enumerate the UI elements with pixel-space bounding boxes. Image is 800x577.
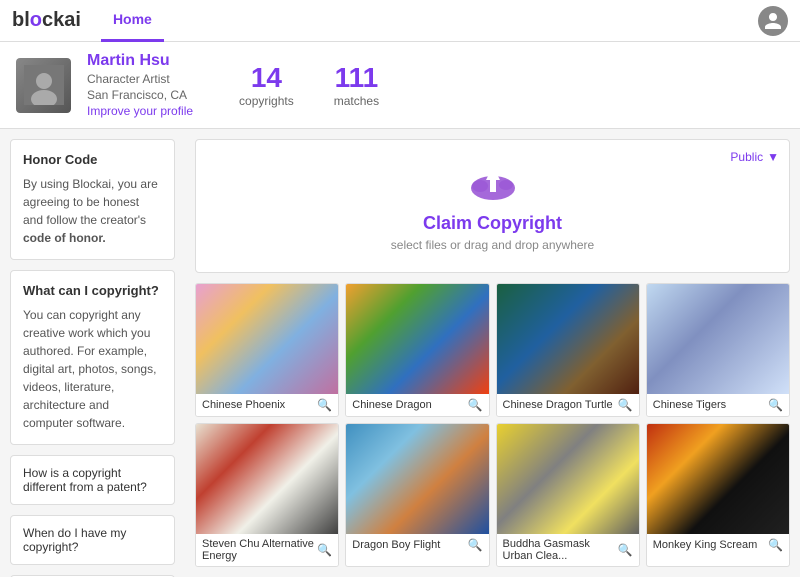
upload-title: Claim Copyright (423, 213, 562, 234)
artwork-image-tigers (647, 284, 789, 394)
profile-location: San Francisco, CA (87, 88, 193, 102)
copyrights-label: copyrights (239, 94, 294, 108)
artwork-title-buddha: Buddha Gasmask Urban Clea... (503, 538, 618, 562)
profile-name: Martin Hsu (87, 52, 193, 70)
artwork-label-dragon: Chinese Dragon 🔍 (346, 394, 488, 416)
upload-area[interactable]: Public ▼ Claim Copyright select files or… (195, 139, 790, 273)
public-button[interactable]: Public ▼ (730, 150, 779, 164)
copyright-faq-text: You can copyright any creative work whic… (23, 306, 162, 432)
profile-info: Martin Hsu Character Artist San Francisc… (87, 52, 193, 118)
artwork-card-monkey[interactable]: Monkey King Scream 🔍 (646, 423, 790, 567)
profile-avatar (16, 58, 71, 113)
stat-copyrights: 14 copyrights (239, 62, 294, 108)
copyright-faq-title: What can I copyright? (23, 283, 162, 298)
sidebar-link-patent[interactable]: How is a copyright different from a pate… (10, 455, 175, 505)
search-icon[interactable]: 🔍 (317, 543, 332, 557)
artwork-title-phoenix: Chinese Phoenix (202, 399, 285, 411)
artwork-title-dragon-boy: Dragon Boy Flight (352, 539, 440, 551)
artwork-card-buddha[interactable]: Buddha Gasmask Urban Clea... 🔍 (496, 423, 640, 567)
copyright-faq-card: What can I copyright? You can copyright … (10, 270, 175, 445)
improve-profile-link[interactable]: Improve your profile (87, 104, 193, 118)
logo: blockai (12, 9, 81, 32)
chevron-down-icon: ▼ (767, 150, 779, 164)
sidebar-link-when[interactable]: When do I have my copyright? (10, 515, 175, 565)
honor-code-title: Honor Code (23, 152, 162, 167)
sidebar: Honor Code By using Blockai, you are agr… (0, 129, 185, 577)
artwork-card-tigers[interactable]: Chinese Tigers 🔍 (646, 283, 790, 417)
artwork-label-steven: Steven Chu Alternative Energy 🔍 (196, 534, 338, 566)
artwork-image-dragon (346, 284, 488, 394)
search-icon[interactable]: 🔍 (768, 398, 783, 412)
search-icon[interactable]: 🔍 (618, 543, 633, 557)
artwork-title-steven: Steven Chu Alternative Energy (202, 538, 317, 562)
search-icon[interactable]: 🔍 (468, 398, 483, 412)
stat-matches: 111 matches (334, 62, 379, 108)
nav-home[interactable]: Home (101, 0, 164, 42)
artwork-label-dragon-boy: Dragon Boy Flight 🔍 (346, 534, 488, 556)
artwork-image-monkey (647, 424, 789, 534)
search-icon[interactable]: 🔍 (468, 538, 483, 552)
artwork-image-buddha (497, 424, 639, 534)
artwork-title-turtle: Chinese Dragon Turtle (503, 399, 613, 411)
artwork-label-turtle: Chinese Dragon Turtle 🔍 (497, 394, 639, 416)
upload-subtitle: select files or drag and drop anywhere (391, 238, 594, 252)
honor-code-card: Honor Code By using Blockai, you are agr… (10, 139, 175, 260)
search-icon[interactable]: 🔍 (768, 538, 783, 552)
main-layout: Honor Code By using Blockai, you are agr… (0, 129, 800, 577)
artwork-image-turtle (497, 284, 639, 394)
content-area: Public ▼ Claim Copyright select files or… (185, 129, 800, 577)
header-right (758, 6, 788, 36)
artwork-label-monkey: Monkey King Scream 🔍 (647, 534, 789, 556)
stats-section: 14 copyrights 111 matches (239, 62, 379, 108)
artwork-card-steven[interactable]: Steven Chu Alternative Energy 🔍 (195, 423, 339, 567)
public-label: Public (730, 150, 763, 164)
artwork-image-dragon-boy (346, 424, 488, 534)
artwork-label-buddha: Buddha Gasmask Urban Clea... 🔍 (497, 534, 639, 566)
header: blockai Home (0, 0, 800, 42)
upload-icon (468, 160, 518, 205)
artwork-image-steven (196, 424, 338, 534)
artwork-title-monkey: Monkey King Scream (653, 539, 758, 551)
profile-bar: Martin Hsu Character Artist San Francisc… (0, 42, 800, 129)
artwork-card-dragon[interactable]: Chinese Dragon 🔍 (345, 283, 489, 417)
profile-role: Character Artist (87, 72, 193, 86)
honor-code-text: By using Blockai, you are agreeing to be… (23, 175, 162, 247)
artwork-title-tigers: Chinese Tigers (653, 399, 726, 411)
search-icon[interactable]: 🔍 (618, 398, 633, 412)
user-avatar[interactable] (758, 6, 788, 36)
matches-number: 111 (335, 62, 379, 94)
artwork-title-dragon: Chinese Dragon (352, 399, 432, 411)
artwork-image-phoenix (196, 284, 338, 394)
artwork-label-tigers: Chinese Tigers 🔍 (647, 394, 789, 416)
artwork-card-phoenix[interactable]: Chinese Phoenix 🔍 (195, 283, 339, 417)
artwork-card-dragon-boy[interactable]: Dragon Boy Flight 🔍 (345, 423, 489, 567)
artwork-grid: Chinese Phoenix 🔍 Chinese Dragon 🔍 Chine… (195, 283, 790, 567)
search-icon[interactable]: 🔍 (317, 398, 332, 412)
copyrights-number: 14 (251, 62, 282, 94)
matches-label: matches (334, 94, 379, 108)
artwork-label-phoenix: Chinese Phoenix 🔍 (196, 394, 338, 416)
artwork-card-turtle[interactable]: Chinese Dragon Turtle 🔍 (496, 283, 640, 417)
